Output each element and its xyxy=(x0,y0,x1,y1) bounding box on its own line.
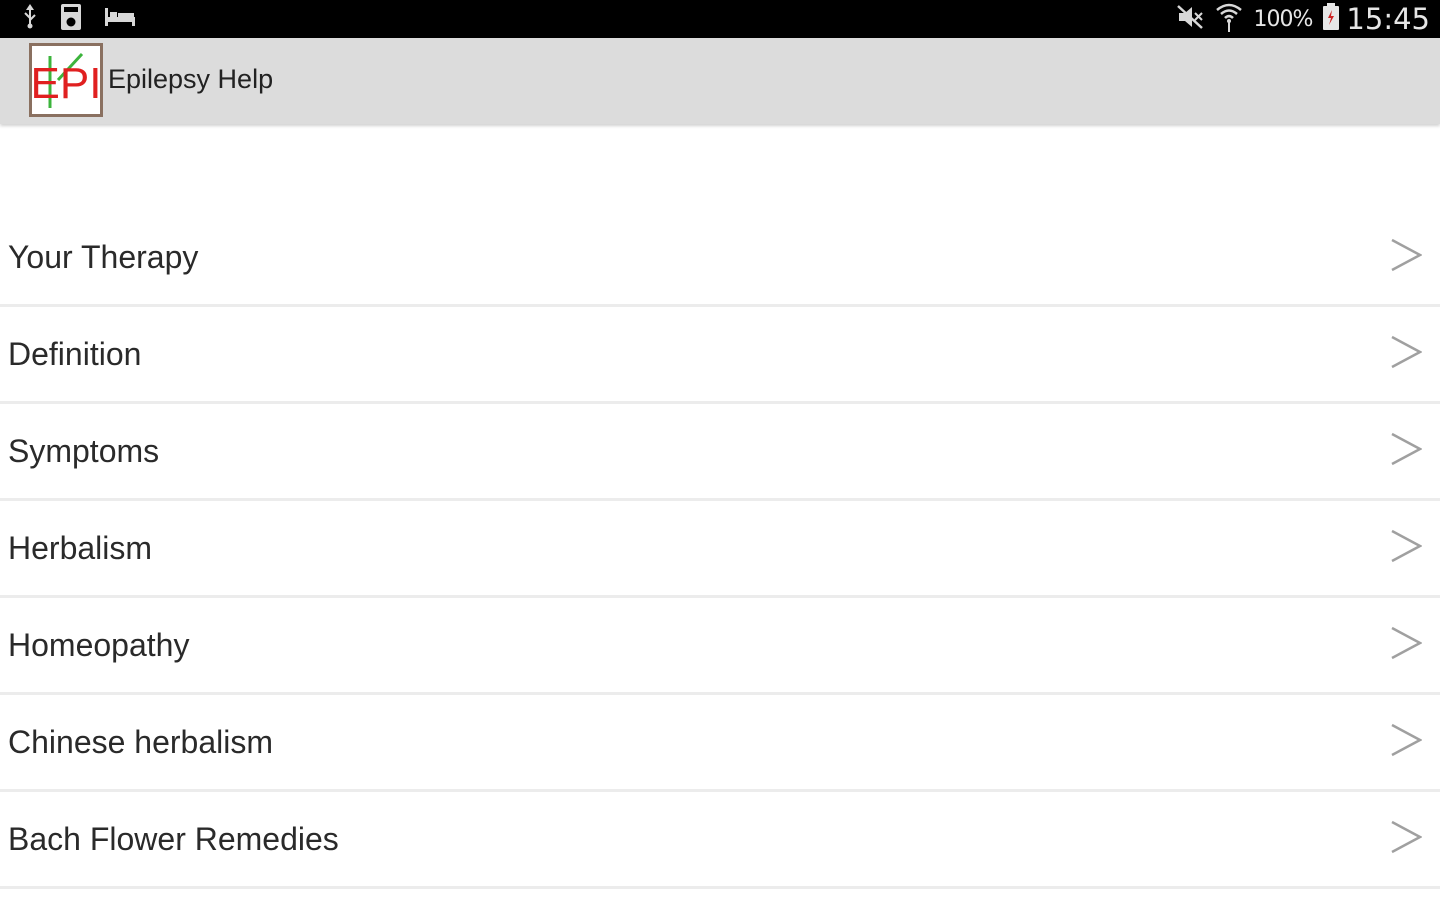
menu-item-label: Chinese herbalism xyxy=(8,724,274,760)
menu-item-label: Symptoms xyxy=(8,433,160,469)
menu-item-label: Homeopathy xyxy=(8,627,190,663)
chevron-right-icon xyxy=(1391,820,1422,854)
menu-item-label: Definition xyxy=(8,336,142,372)
app-logo[interactable]: EPI xyxy=(29,43,103,117)
sim-storage-icon xyxy=(60,3,82,36)
action-bar: EPI Epilepsy Help xyxy=(0,38,1440,124)
app-title: Epilepsy Help xyxy=(108,64,274,94)
chevron-right-icon xyxy=(1391,432,1422,466)
clock: 15:45 xyxy=(1346,2,1430,36)
menu-item-bach-flower-remedies[interactable]: Bach Flower Remedies xyxy=(0,792,1440,889)
menu-item-herbalism[interactable]: Herbalism xyxy=(0,501,1440,598)
battery-icon xyxy=(1322,2,1340,36)
battery-percent: 100% xyxy=(1253,6,1314,32)
chevron-right-icon xyxy=(1391,529,1422,563)
usb-icon xyxy=(22,3,38,35)
menu-item-label: Bach Flower Remedies xyxy=(8,821,339,857)
menu-item-symptoms[interactable]: Symptoms xyxy=(0,404,1440,501)
menu-item-your-therapy[interactable]: Your Therapy xyxy=(0,210,1440,307)
status-bar: 100% 15:45 xyxy=(0,0,1440,38)
status-system: 100% 15:45 xyxy=(1176,0,1430,38)
status-notifications xyxy=(22,0,136,38)
chevron-right-icon xyxy=(1391,626,1422,660)
chevron-right-icon xyxy=(1391,723,1422,757)
mute-icon xyxy=(1176,4,1204,35)
menu-item-label: Your Therapy xyxy=(8,239,199,275)
chevron-right-icon xyxy=(1391,335,1422,369)
menu-item-homeopathy[interactable]: Homeopathy xyxy=(0,598,1440,695)
menu-item-chinese-herbalism[interactable]: Chinese herbalism xyxy=(0,695,1440,792)
menu-item-label: Herbalism xyxy=(8,530,153,566)
sleep-bed-icon xyxy=(104,6,136,33)
wifi-icon xyxy=(1214,1,1244,38)
menu-item-definition[interactable]: Definition xyxy=(0,307,1440,404)
topic-menu: Your Therapy Definition Symptoms Herbali… xyxy=(0,210,1440,889)
svg-text:EPI: EPI xyxy=(32,59,100,108)
chevron-right-icon xyxy=(1391,238,1422,272)
epi-logo-icon: EPI xyxy=(31,52,101,108)
